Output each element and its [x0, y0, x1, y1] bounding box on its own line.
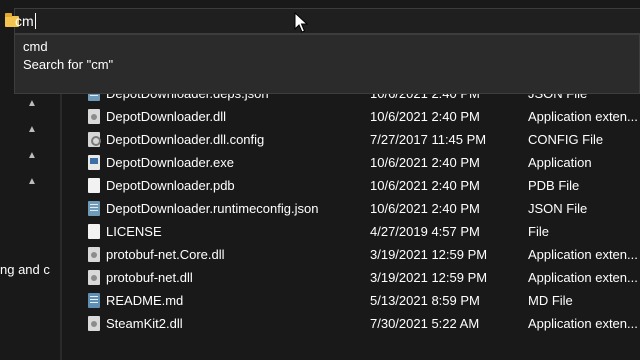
- file-date-modified: 3/19/2021 12:59 PM: [370, 270, 488, 285]
- file-type: PDB File: [528, 178, 580, 193]
- document-file-icon: [88, 178, 100, 193]
- file-date-modified: 10/6/2021 2:40 PM: [370, 109, 480, 124]
- pin-icon[interactable]: ▲: [27, 176, 37, 188]
- file-type: CONFIG File: [528, 132, 604, 147]
- address-input[interactable]: cm: [5, 8, 640, 34]
- file-row[interactable]: DepotDownloader.runtimeconfig.json 10/6/…: [62, 197, 640, 220]
- file-type: Application exten...: [528, 109, 638, 124]
- pin-icon[interactable]: ▲: [27, 98, 37, 110]
- dll-file-icon: [88, 316, 100, 331]
- pin-icon[interactable]: ▲: [27, 124, 37, 136]
- file-name: DepotDownloader.exe: [106, 155, 234, 170]
- config-file-icon: [88, 132, 101, 147]
- file-type: JSON File: [528, 201, 588, 216]
- file-list: DepotDownloader.deps.json 10/6/2021 2:40…: [62, 84, 640, 360]
- file-name: LICENSE: [106, 224, 162, 239]
- md-file-icon: [88, 293, 100, 308]
- file-name: protobuf-net.Core.dll: [106, 247, 225, 262]
- file-date-modified: 7/27/2017 11:45 PM: [370, 132, 487, 147]
- address-bar: cm: [0, 0, 640, 34]
- file-name: protobuf-net.dll: [106, 270, 193, 285]
- file-type: MD File: [528, 293, 573, 308]
- file-name: DepotDownloader.runtimeconfig.json: [106, 201, 319, 216]
- document-file-icon: [88, 224, 100, 239]
- text-caret: [34, 13, 36, 29]
- dll-file-icon: [88, 109, 100, 124]
- file-date-modified: 3/19/2021 12:59 PM: [370, 247, 488, 262]
- file-row[interactable]: DepotDownloader.dll 10/6/2021 2:40 PM Ap…: [62, 105, 640, 128]
- file-type: Application exten...: [528, 316, 638, 331]
- file-name: DepotDownloader.dll: [106, 109, 226, 124]
- file-row[interactable]: DepotDownloader.pdb 10/6/2021 2:40 PM PD…: [62, 174, 640, 197]
- pin-icon[interactable]: ▲: [27, 150, 37, 162]
- nav-item-label[interactable]: ng and c: [0, 262, 50, 277]
- file-date-modified: 4/27/2019 4:57 PM: [370, 224, 480, 239]
- file-row[interactable]: LICENSE 4/27/2019 4:57 PM File: [62, 220, 640, 243]
- file-row[interactable]: SteamKit2.dll 7/30/2021 5:22 AM Applicat…: [62, 312, 640, 335]
- exe-file-icon: [88, 155, 100, 170]
- suggestion-search[interactable]: Search for "cm": [23, 57, 113, 72]
- file-name: DepotDownloader.dll.config: [106, 132, 265, 147]
- address-suggestions-dropdown: cmd Search for "cm": [14, 34, 640, 94]
- dll-file-icon: [88, 270, 100, 285]
- file-type: Application exten...: [528, 270, 638, 285]
- file-name: SteamKit2.dll: [106, 316, 183, 331]
- file-row[interactable]: README.md 5/13/2021 8:59 PM MD File: [62, 289, 640, 312]
- file-type: Application: [528, 155, 592, 170]
- file-date-modified: 10/6/2021 2:40 PM: [370, 178, 480, 193]
- file-name: README.md: [106, 293, 184, 308]
- file-row[interactable]: DepotDownloader.exe 10/6/2021 2:40 PM Ap…: [62, 151, 640, 174]
- file-row[interactable]: protobuf-net.Core.dll 3/19/2021 12:59 PM…: [62, 243, 640, 266]
- file-date-modified: 10/6/2021 2:40 PM: [370, 201, 480, 216]
- file-date-modified: 7/30/2021 5:22 AM: [370, 316, 480, 331]
- file-type: File: [528, 224, 549, 239]
- file-row[interactable]: protobuf-net.dll 3/19/2021 12:59 PM Appl…: [62, 266, 640, 289]
- mouse-pointer-icon: [294, 12, 308, 33]
- file-name: DepotDownloader.pdb: [106, 178, 235, 193]
- file-date-modified: 10/6/2021 2:40 PM: [370, 155, 480, 170]
- file-row[interactable]: DepotDownloader.dll.config 7/27/2017 11:…: [62, 128, 640, 151]
- file-date-modified: 5/13/2021 8:59 PM: [370, 293, 480, 308]
- file-type: Application exten...: [528, 247, 638, 262]
- dll-file-icon: [88, 247, 100, 262]
- suggestion-cmd[interactable]: cmd: [23, 39, 48, 54]
- address-input-text: cm: [15, 13, 34, 29]
- json-file-icon: [88, 201, 100, 216]
